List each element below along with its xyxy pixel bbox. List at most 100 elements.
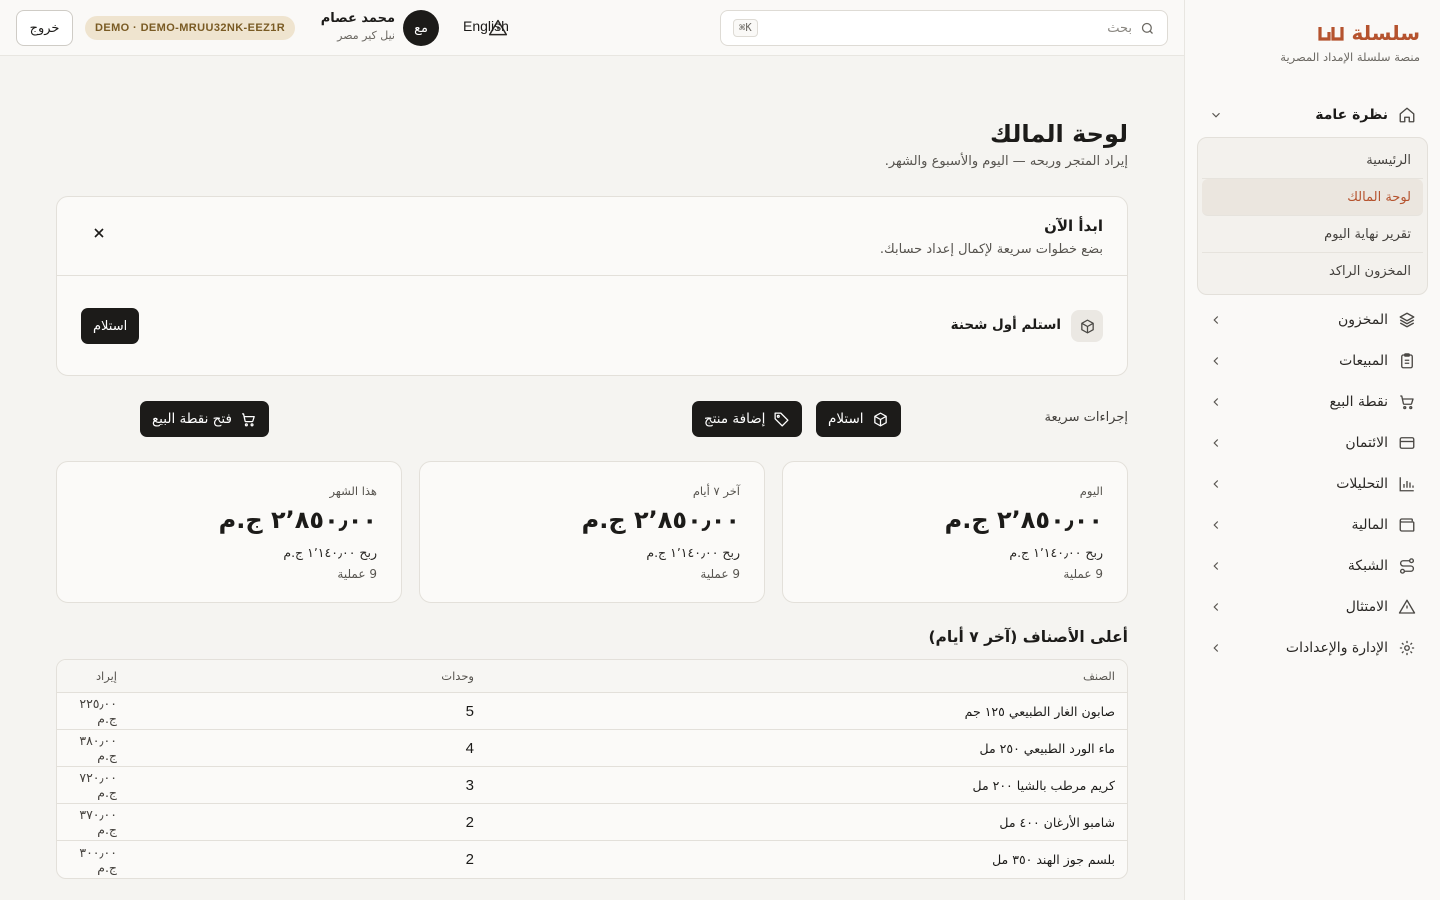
chevron-left-icon — [1213, 479, 1219, 488]
open-pos-label: فتح نقطة البيع — [152, 411, 232, 427]
nav-group-label: الائتمان — [1345, 434, 1388, 451]
tag-icon — [774, 411, 789, 427]
item-name: بلسم جوز الهند ٣٥٠ مل — [992, 852, 1115, 867]
chevron-left-icon — [1213, 520, 1219, 529]
table-row: شامبو الأرغان ٤٠٠ مل 2 ٣٧٠٫٠٠ ج.م — [57, 804, 1127, 841]
store-name: نيل كير مصر — [337, 29, 395, 42]
stat-label: اليوم — [1079, 484, 1103, 498]
nav-group-label: الإدارة والإعدادات — [1285, 639, 1388, 656]
nav-group-sales[interactable]: المبيعات — [1197, 340, 1428, 381]
main-content: لوحة المالك إيراد المتجر وربحه — اليوم و… — [0, 56, 1184, 900]
nav-group-label: المخزون — [1337, 311, 1388, 328]
close-icon[interactable] — [91, 225, 107, 241]
open-pos-button[interactable]: فتح نقطة البيع — [140, 401, 269, 437]
stat-operations: 9 عملية — [700, 567, 740, 581]
nav-group-label: نظرة عامة — [1315, 106, 1388, 123]
receive-shipment-button[interactable]: استلام — [81, 308, 140, 344]
column-header-revenue: إيراد — [95, 669, 117, 683]
item-name: صابون الغار الطبيعي ١٢٥ جم — [964, 703, 1115, 719]
chevron-left-icon — [1213, 315, 1219, 324]
nav-group-finance[interactable]: المالية — [1197, 504, 1428, 545]
sidebar-item-end-of-day-report[interactable]: تقرير نهاية اليوم — [1202, 216, 1423, 253]
sidebar-item-home[interactable]: الرئيسية — [1202, 142, 1423, 179]
onboarding-card: ابدأ الآن بضع خطوات سريعة لإكمال إعداد ح… — [56, 196, 1128, 376]
item-units: 5 — [465, 702, 474, 720]
chevron-left-icon — [1213, 438, 1219, 447]
nav-group-label: التحليلات — [1336, 475, 1388, 492]
cart-icon — [1400, 394, 1414, 409]
user-info: محمد عصام نيل كير مصر — [321, 11, 395, 42]
table-row: ماء الورد الطبيعي ٢٥٠ مل 4 ٣٨٠٫٠٠ ج.م — [57, 730, 1127, 767]
logout-button[interactable]: خروج — [16, 10, 73, 46]
table-row: كريم مرطب بالشيا ٢٠٠ مل 3 ٧٢٠٫٠٠ ج.م — [57, 767, 1127, 804]
table-row: بلسم جوز الهند ٣٥٠ مل 2 ٣٠٠٫٠٠ ج.م — [57, 841, 1127, 878]
search-shortcut: ⌘K — [733, 19, 758, 37]
home-icon — [1399, 107, 1415, 122]
nav-group-label: المالية — [1351, 516, 1388, 533]
nav-group-admin-settings[interactable]: الإدارة والإعدادات — [1197, 627, 1428, 668]
item-revenue: ٣٠٠٫٠٠ ج.م — [79, 844, 117, 875]
stat-label: آخر ٧ أيام — [692, 484, 740, 498]
chevron-left-icon — [1213, 561, 1219, 570]
stat-operations: 9 عملية — [1063, 567, 1103, 581]
top-items-table: الصنف وحدات إيراد صابون الغار الطبيعي ١٢… — [56, 659, 1128, 879]
stat-profit: ربح ١٬١٤٠٫٠٠ ج.م — [646, 545, 740, 560]
item-revenue: ٧٢٠٫٠٠ ج.م — [79, 770, 117, 800]
stat-value: ٢٬٨٥٠٫٠٠ ج.م — [944, 506, 1103, 534]
nav-group-label: الشبكة — [1347, 557, 1388, 574]
item-revenue: ٣٨٠٫٠٠ ج.م — [79, 733, 117, 763]
avatar[interactable]: مع — [403, 10, 439, 46]
stat-operations: 9 عملية — [337, 567, 377, 581]
nav-group-credit[interactable]: الائتمان — [1197, 422, 1428, 463]
nav-group-compliance[interactable]: الامتثال — [1197, 586, 1428, 627]
page-title: لوحة المالك — [990, 120, 1128, 148]
bar-chart-icon — [1399, 476, 1414, 491]
page-subtitle: إيراد المتجر وربحه — اليوم والأسبوع والش… — [884, 154, 1128, 169]
sidebar-item-stagnant-stock[interactable]: المخزون الراكد — [1202, 253, 1423, 290]
add-product-button[interactable]: إضافة منتج — [692, 401, 803, 437]
chevron-left-icon — [1213, 397, 1219, 406]
stat-value: ٢٬٨٥٠٫٠٠ ج.م — [218, 506, 377, 534]
item-revenue: ٢٢٥٫٠٠ ج.م — [79, 696, 117, 726]
nav-group-label: المبيعات — [1339, 352, 1388, 369]
stat-label: هذا الشهر — [329, 484, 377, 498]
item-name: شامبو الأرغان ٤٠٠ مل — [999, 814, 1115, 830]
onboarding-step-label: استلم أول شحنة — [950, 317, 1061, 333]
subnav-overview: الرئيسية لوحة المالك تقرير نهاية اليوم ا… — [1197, 137, 1428, 295]
nav-group-inventory[interactable]: المخزون — [1197, 299, 1428, 340]
nav-group-pos[interactable]: نقطة البيع — [1197, 381, 1428, 422]
item-units: 2 — [465, 813, 474, 831]
search-input[interactable] — [765, 20, 1132, 36]
chevron-left-icon — [1213, 643, 1219, 652]
onboarding-title: ابدأ الآن — [1044, 217, 1103, 235]
stat-value: ٢٬٨٥٠٫٠٠ ج.م — [581, 506, 740, 534]
topbar: ⌘K English مع محمد عصام نيل كير مصر DEMO… — [0, 0, 1184, 56]
brand: سلسلة منصة سلسلة الإمداد المصرية — [1280, 20, 1420, 64]
stat-profit: ربح ١٬١٤٠٫٠٠ ج.م — [1009, 545, 1103, 560]
brand-name: سلسلة — [1351, 21, 1420, 45]
onboarding-step-icon — [1071, 310, 1103, 342]
sidebar-nav: نظرة عامة الرئيسية لوحة المالك تقرير نها… — [1197, 94, 1428, 668]
search-box[interactable]: ⌘K — [720, 10, 1168, 46]
warning-icon — [1398, 599, 1416, 614]
stat-card-this-month: هذا الشهر ٢٬٨٥٠٫٠٠ ج.م ربح ١٬١٤٠٫٠٠ ج.م … — [56, 461, 402, 603]
stat-profit: ربح ١٬١٤٠٫٠٠ ج.م — [283, 545, 377, 560]
stat-card-today: اليوم ٢٬٨٥٠٫٠٠ ج.م ربح ١٬١٤٠٫٠٠ ج.م 9 عم… — [782, 461, 1128, 603]
table-header: الصنف وحدات إيراد — [57, 660, 1127, 693]
nav-group-label: الامتثال — [1345, 598, 1388, 615]
wallet-icon — [1399, 517, 1415, 532]
nav-group-analytics[interactable]: التحليلات — [1197, 463, 1428, 504]
chevron-left-icon — [1213, 356, 1219, 365]
receive-button[interactable]: استلام — [816, 401, 901, 437]
item-revenue: ٣٧٠٫٠٠ ج.م — [79, 807, 117, 837]
nav-group-network[interactable]: الشبكة — [1197, 545, 1428, 586]
sidebar: سلسلة منصة سلسلة الإمداد المصرية نظرة عا… — [1184, 0, 1440, 900]
chevron-left-icon — [1213, 602, 1219, 611]
column-header-item: الصنف — [1082, 669, 1115, 683]
language-switch[interactable]: English — [463, 18, 509, 34]
box-icon — [873, 411, 887, 427]
layers-icon — [1399, 312, 1415, 327]
sidebar-item-owner-dashboard[interactable]: لوحة المالك — [1202, 179, 1423, 216]
nav-group-overview[interactable]: نظرة عامة — [1197, 94, 1428, 135]
onboarding-subtitle: بضع خطوات سريعة لإكمال إعداد حسابك. — [879, 242, 1103, 257]
